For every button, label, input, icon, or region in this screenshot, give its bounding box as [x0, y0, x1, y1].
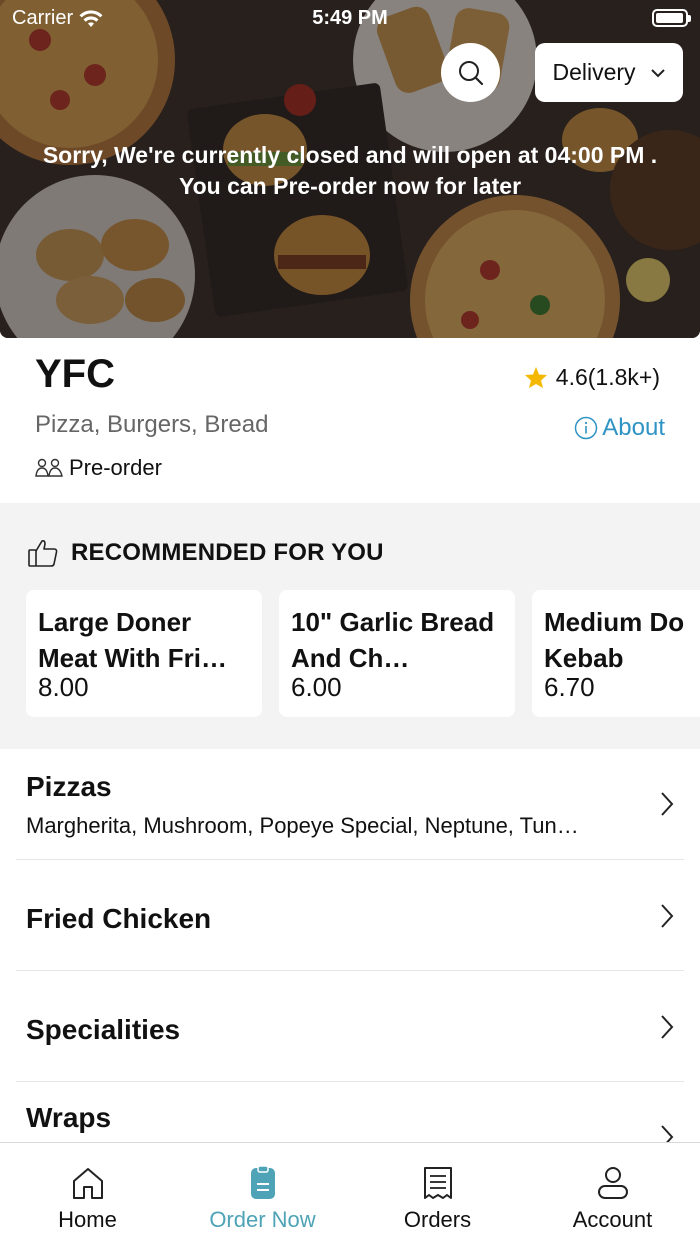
- preorder-icon: [35, 458, 63, 477]
- cuisine-list: Pizza, Burgers, Bread: [35, 411, 269, 438]
- tab-order-now-label: Order Now: [209, 1207, 316, 1232]
- preorder-badge: Pre-order: [35, 455, 162, 481]
- tab-orders[interactable]: Orders: [350, 1143, 525, 1244]
- delivery-mode-label: Delivery: [552, 59, 636, 85]
- recommended-item-price: 8.00: [38, 672, 89, 702]
- restaurant-name: YFC: [35, 352, 115, 396]
- menu-category-list: Pizzas Margherita, Mushroom, Popeye Spec…: [0, 749, 700, 1142]
- home-icon: [72, 1168, 103, 1199]
- category-row-pizzas[interactable]: Pizzas Margherita, Mushroom, Popeye Spec…: [16, 749, 684, 860]
- recommended-item-name: Large Doner Meat With Fri…: [38, 607, 227, 673]
- tab-home-label: Home: [58, 1207, 117, 1232]
- recommended-item-price: 6.00: [291, 672, 342, 702]
- restaurant-rating: 4.6(1.8k+): [524, 364, 660, 391]
- status-time: 5:49 PM: [312, 7, 388, 29]
- star-icon: [524, 367, 547, 388]
- preorder-label: Pre-order: [69, 455, 162, 480]
- category-name: Specialities: [26, 1014, 181, 1045]
- receipt-icon: [423, 1167, 452, 1199]
- closed-notice: Sorry, We're currently closed and will o…: [0, 140, 700, 202]
- chevron-right-icon: [661, 792, 674, 816]
- tab-account[interactable]: Account: [525, 1143, 700, 1244]
- tab-orders-label: Orders: [403, 1207, 472, 1232]
- about-link[interactable]: About: [574, 414, 665, 442]
- chevron-down-icon: [650, 68, 665, 77]
- battery-level: [656, 13, 683, 23]
- chevron-right-icon: [661, 1015, 674, 1039]
- recommended-item-name: 10" Garlic Bread And Ch…: [291, 607, 495, 673]
- category-row-fried-chicken[interactable]: Fried Chicken: [16, 860, 684, 971]
- category-row-wraps[interactable]: Wraps: [16, 1082, 684, 1142]
- rating-value: 4.6(1.8k+): [555, 364, 660, 390]
- recommended-item-card[interactable]: Medium Do Kebab 6.70: [532, 590, 700, 717]
- recommended-carousel[interactable]: Large Doner Meat With Fri… 8.00 10" Garl…: [26, 590, 700, 717]
- closed-notice-line2: You can Pre-order now for later: [178, 173, 522, 199]
- category-description: Margherita, Mushroom, Popeye Special, Ne…: [26, 813, 579, 838]
- category-row-specialities[interactable]: Specialities: [16, 971, 684, 1082]
- thumbs-up-icon: [28, 540, 58, 567]
- recommended-item-name: Medium Do Kebab: [544, 607, 685, 673]
- category-name: Wraps: [26, 1102, 112, 1133]
- delivery-mode-dropdown[interactable]: Delivery: [535, 43, 683, 102]
- about-label: About: [602, 414, 665, 441]
- bottom-tab-bar: Home Order Now Orders Account: [0, 1142, 700, 1244]
- info-icon: [575, 416, 598, 440]
- chevron-right-icon: [661, 1125, 674, 1142]
- recommended-item-card[interactable]: Large Doner Meat With Fri… 8.00: [26, 590, 262, 717]
- recommended-header: RECOMMENDED FOR YOU: [27, 538, 384, 568]
- tab-home[interactable]: Home: [0, 1143, 175, 1244]
- restaurant-info: YFC 4.6(1.8k+) Pizza, Burgers, Bread Abo…: [0, 338, 700, 503]
- order-icon: [250, 1165, 275, 1199]
- hero-banner: Carrier 5:49 PM Delivery Sorry, We're cu…: [0, 0, 700, 338]
- recommended-title: RECOMMENDED FOR YOU: [71, 539, 384, 566]
- account-icon: [597, 1167, 628, 1199]
- battery-icon: [652, 9, 691, 27]
- search-button[interactable]: [441, 43, 500, 102]
- tab-order-now[interactable]: Order Now: [175, 1143, 350, 1244]
- recommended-item-price: 6.70: [544, 672, 595, 702]
- tab-account-label: Account: [572, 1207, 653, 1232]
- recommended-item-card[interactable]: 10" Garlic Bread And Ch… 6.00: [279, 590, 515, 717]
- closed-notice-line1: Sorry, We're currently closed and will o…: [42, 142, 658, 168]
- recommended-section: RECOMMENDED FOR YOU Large Doner Meat Wit…: [0, 503, 700, 749]
- category-name: Fried Chicken: [26, 903, 212, 934]
- search-icon: [458, 60, 483, 85]
- chevron-right-icon: [661, 904, 674, 928]
- category-name: Pizzas: [26, 771, 112, 802]
- status-bar: Carrier 5:49 PM: [0, 0, 700, 36]
